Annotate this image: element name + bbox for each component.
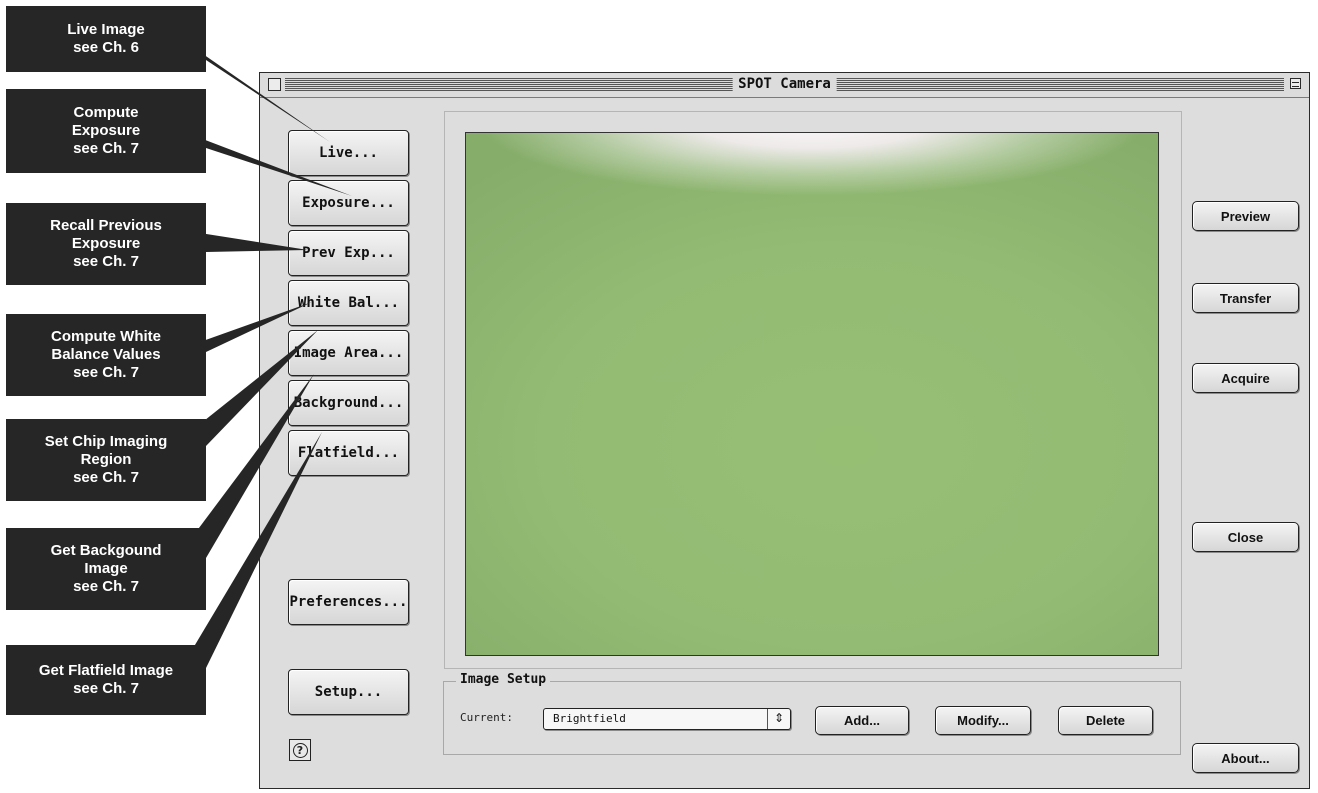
prev-exp-button[interactable]: Prev Exp... xyxy=(288,230,409,276)
close-box-icon[interactable] xyxy=(268,78,281,91)
callout-line: see Ch. 7 xyxy=(73,140,139,157)
callout-line: Recall Previous xyxy=(50,217,162,234)
white-bal-button[interactable]: White Bal... xyxy=(288,280,409,326)
about-button[interactable]: About... xyxy=(1192,743,1299,773)
callout-line: see Ch. 7 xyxy=(73,364,139,381)
preview-button[interactable]: Preview xyxy=(1192,201,1299,231)
close-button[interactable]: Close xyxy=(1192,522,1299,552)
callout-line: Exposure xyxy=(71,235,141,252)
live-button[interactable]: Live... xyxy=(288,130,409,176)
callout-compute-exposure: Compute Exposure see Ch. 7 xyxy=(6,89,206,173)
preferences-button[interactable]: Preferences... xyxy=(288,579,409,625)
callout-white-balance: Compute White Balance Values see Ch. 7 xyxy=(6,314,206,396)
callout-line: Balance Values xyxy=(51,346,161,363)
callout-line: Image xyxy=(84,560,128,577)
help-glyph: ? xyxy=(292,742,308,758)
live-image-preview[interactable] xyxy=(465,132,1159,656)
callout-line: see Ch. 7 xyxy=(73,680,139,697)
image-area-button[interactable]: Image Area... xyxy=(288,330,409,376)
current-label: Current: xyxy=(460,711,513,724)
callout-line: Compute xyxy=(73,104,139,121)
setup-button[interactable]: Setup... xyxy=(288,669,409,715)
callout-line: see Ch. 7 xyxy=(73,469,139,486)
popup-divider xyxy=(767,709,768,729)
image-setup-title: Image Setup xyxy=(456,672,551,688)
background-button[interactable]: Background... xyxy=(288,380,409,426)
callout-line: see Ch. 7 xyxy=(73,253,139,270)
transfer-button[interactable]: Transfer xyxy=(1192,283,1299,313)
callout-background-image: Get Backgound Image see Ch. 7 xyxy=(6,528,206,610)
callout-line: Compute White xyxy=(51,328,161,345)
current-setup-select[interactable]: Brightfield ⇕ xyxy=(543,708,791,730)
callout-chip-imaging-region: Set Chip Imaging Region see Ch. 7 xyxy=(6,419,206,501)
callout-line: Get Flatfield Image xyxy=(38,662,174,679)
callout-line: Set Chip Imaging xyxy=(44,433,168,450)
up-down-arrows-icon: ⇕ xyxy=(773,711,784,725)
callout-line: see Ch. 7 xyxy=(73,578,139,595)
acquire-button[interactable]: Acquire xyxy=(1192,363,1299,393)
callout-flatfield-image: Get Flatfield Image see Ch. 7 xyxy=(6,645,206,715)
callout-line: see Ch. 6 xyxy=(73,39,139,56)
question-icon[interactable]: ? xyxy=(289,739,311,761)
add-setup-button[interactable]: Add... xyxy=(815,706,909,735)
callout-line: Region xyxy=(80,451,132,468)
delete-setup-button[interactable]: Delete xyxy=(1058,706,1153,735)
flatfield-button[interactable]: Flatfield... xyxy=(288,430,409,476)
callout-recall-previous-exposure: Recall Previous Exposure see Ch. 7 xyxy=(6,203,206,285)
exposure-button[interactable]: Exposure... xyxy=(288,180,409,226)
callout-line: Exposure xyxy=(71,122,141,139)
current-setup-value: Brightfield xyxy=(553,712,626,725)
window-title: SPOT Camera xyxy=(732,75,837,93)
spot-camera-window: SPOT Camera Live... Exposure... Prev Exp… xyxy=(259,72,1310,789)
zoom-box-icon[interactable] xyxy=(1290,78,1301,89)
callout-line: Get Backgound xyxy=(50,542,162,559)
modify-setup-button[interactable]: Modify... xyxy=(935,706,1031,735)
callout-live-image: Live Image see Ch. 6 xyxy=(6,6,206,72)
callout-line: Live Image xyxy=(67,21,145,38)
title-bar[interactable]: SPOT Camera xyxy=(260,73,1309,98)
